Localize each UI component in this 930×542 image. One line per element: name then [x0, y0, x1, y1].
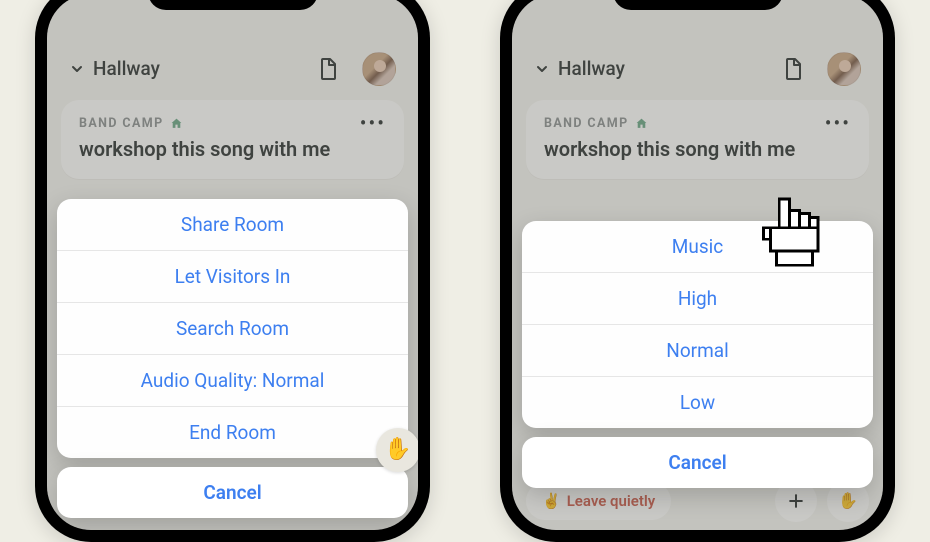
sheet-cancel[interactable]: Cancel: [57, 467, 408, 518]
sheet-item-end[interactable]: End Room: [57, 406, 408, 458]
sheet-item-visitors[interactable]: Let Visitors In: [57, 250, 408, 302]
phone-right: Hallway BAND CAMP ••• workshop this song…: [500, 0, 895, 542]
raise-hand-icon[interactable]: ✋: [376, 428, 418, 472]
sheet-options: Share Room Let Visitors In Search Room A…: [57, 199, 408, 458]
action-sheet: Music High Normal Low Cancel: [522, 221, 873, 488]
screen: Hallway BAND CAMP ••• workshop this song…: [47, 0, 418, 530]
cursor-icon: [750, 196, 820, 271]
sheet-item-normal[interactable]: Normal: [522, 324, 873, 376]
sheet-item-high[interactable]: High: [522, 272, 873, 324]
sheet-options: Music High Normal Low: [522, 221, 873, 428]
sheet-item-audio[interactable]: Audio Quality: Normal: [57, 354, 408, 406]
sheet-item-search[interactable]: Search Room: [57, 302, 408, 354]
phone-left: Hallway BAND CAMP ••• workshop this song…: [35, 0, 430, 542]
sheet-cancel[interactable]: Cancel: [522, 437, 873, 488]
action-sheet: Share Room Let Visitors In Search Room A…: [57, 199, 408, 518]
screen: Hallway BAND CAMP ••• workshop this song…: [512, 0, 883, 530]
sheet-item-music[interactable]: Music: [522, 221, 873, 272]
sheet-item-low[interactable]: Low: [522, 376, 873, 428]
sheet-item-share[interactable]: Share Room: [57, 199, 408, 250]
